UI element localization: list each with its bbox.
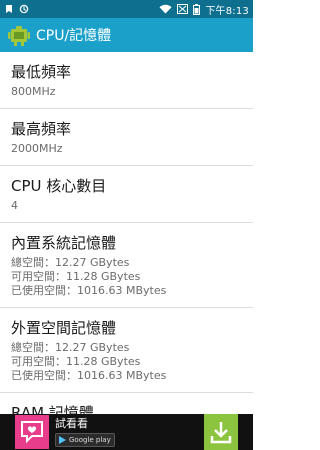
ad-app-logo[interactable] bbox=[15, 415, 49, 449]
item-title: CPU 核心數目 bbox=[11, 177, 107, 195]
item-title: 內置系統記憶體 bbox=[11, 234, 117, 252]
item-value: 2000MHz bbox=[11, 142, 63, 155]
item-title: 最低頻率 bbox=[11, 63, 72, 81]
screen: 下午8:13 CPU/記憶體 最低頻率 800MHz 最高頻率 2000MHz bbox=[0, 0, 253, 450]
page-title: CPU/記憶體 bbox=[36, 28, 112, 44]
store-label: Google play bbox=[69, 436, 111, 444]
list-item-cpu-cores[interactable]: CPU 核心數目 4 bbox=[0, 166, 253, 223]
used-space-text: 已使用空間：1016.63 MBytes bbox=[11, 369, 167, 382]
ad-banner[interactable]: 試看看 Google play bbox=[0, 414, 253, 450]
status-bar: 下午8:13 bbox=[0, 0, 253, 18]
ad-title: 試看看 bbox=[55, 417, 88, 430]
sync-icon bbox=[19, 4, 29, 14]
item-value: 800MHz bbox=[11, 85, 56, 98]
info-list: 最低頻率 800MHz 最高頻率 2000MHz CPU 核心數目 4 內置系統… bbox=[0, 52, 253, 414]
total-space-text: 總空間：12.27 GBytes bbox=[11, 256, 130, 269]
used-space-text: 已使用空間：1016.63 MBytes bbox=[11, 284, 167, 297]
item-title: 最高頻率 bbox=[11, 120, 72, 138]
item-title: RAM 記憶體 bbox=[11, 404, 94, 414]
app-bar: CPU/記憶體 bbox=[0, 18, 253, 52]
download-button[interactable] bbox=[204, 414, 238, 450]
no-signal-icon bbox=[177, 4, 189, 14]
list-item-min-frequency[interactable]: 最低頻率 800MHz bbox=[0, 52, 253, 109]
google-play-badge[interactable]: Google play bbox=[55, 433, 115, 447]
item-title: 外置空間記憶體 bbox=[11, 319, 117, 337]
free-space-text: 可用空間：11.28 GBytes bbox=[11, 270, 141, 283]
list-item-max-frequency[interactable]: 最高頻率 2000MHz bbox=[0, 109, 253, 166]
list-item-external-memory[interactable]: 外置空間記憶體 總空間：12.27 GBytes 可用空間：11.28 GByt… bbox=[0, 308, 253, 393]
status-time: 下午8:13 bbox=[205, 5, 249, 17]
item-value: 4 bbox=[11, 199, 18, 212]
list-item-internal-memory[interactable]: 內置系統記憶體 總空間：12.27 GBytes 可用空間：11.28 GByt… bbox=[0, 223, 253, 308]
wifi-icon bbox=[159, 4, 172, 14]
battery-icon bbox=[193, 3, 201, 15]
list-item-ram[interactable]: RAM 記憶體 bbox=[0, 393, 253, 414]
android-icon bbox=[8, 24, 30, 46]
play-store-icon bbox=[59, 436, 66, 444]
total-space-text: 總空間：12.27 GBytes bbox=[11, 341, 130, 354]
download-icon bbox=[210, 422, 232, 444]
notification-icon bbox=[4, 4, 14, 14]
free-space-text: 可用空間：11.28 GBytes bbox=[11, 355, 141, 368]
